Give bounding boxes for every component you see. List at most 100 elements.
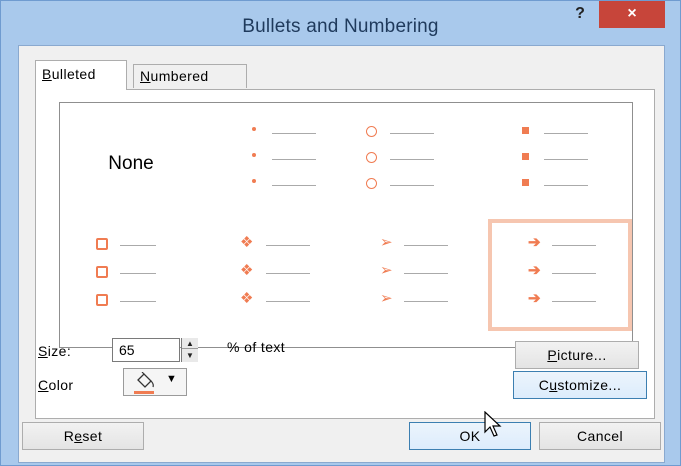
reset-label-pre: R: [63, 428, 75, 444]
bullet-gallery: None ❖ ❖ ❖ ➢ ➢ ➢ ➔ ➔ ➔: [59, 102, 633, 348]
bullet-preview-row: [346, 171, 484, 199]
cancel-button[interactable]: Cancel: [539, 422, 661, 450]
tab-bulleted-label: ulleted: [51, 66, 96, 82]
color-label-text: olor: [48, 377, 74, 393]
hollow-circle-icon: [366, 145, 392, 169]
hollow-square-icon: [96, 259, 122, 283]
bullet-preview-row: ➢: [346, 287, 484, 315]
bullet-preview-row: [204, 145, 342, 173]
arrowhead-icon: ➢: [380, 290, 393, 307]
paint-bucket-icon: [137, 372, 154, 388]
text-line: [404, 245, 448, 246]
bullets-numbering-dialog: Bullets and Numbering ? × Bulleted Numbe…: [0, 0, 681, 466]
text-line: [544, 133, 588, 134]
size-suffix: % of text: [227, 339, 286, 355]
bullet-preview-row: [204, 171, 342, 199]
hollow-circle-icon: [366, 119, 392, 143]
bullet-preview-row: ❖: [204, 287, 342, 315]
picture-label: icture...: [557, 347, 607, 363]
text-line: [120, 245, 156, 246]
diamond-cluster-icon: ❖: [240, 234, 254, 251]
bullet-style-hollow-circle[interactable]: [346, 107, 484, 217]
bullet-style-none[interactable]: None: [62, 107, 200, 217]
customize-label: stomize...: [557, 377, 622, 393]
bullet-preview-row: ❖: [204, 231, 342, 259]
text-line: [552, 273, 596, 274]
bullet-style-diamond-cluster[interactable]: ❖ ❖ ❖: [204, 219, 342, 329]
tab-numbered-mnemonic: N: [140, 68, 151, 84]
bullet-preview-row: [488, 119, 626, 147]
text-line: [544, 185, 588, 186]
text-line: [120, 273, 156, 274]
none-label: None: [108, 153, 154, 174]
text-line: [404, 273, 448, 274]
text-line: [544, 159, 588, 160]
picture-mnemonic: P: [547, 347, 558, 363]
color-picker-button[interactable]: ▼: [123, 368, 187, 396]
filled-square-icon: [522, 171, 548, 195]
arrow-icon: ➔: [528, 234, 541, 251]
bullet-style-hollow-square[interactable]: [62, 219, 200, 329]
bullet-preview-row: [346, 119, 484, 147]
help-button[interactable]: ?: [567, 3, 593, 27]
small-dot-icon: [252, 145, 278, 169]
bullet-preview-row: [62, 259, 200, 287]
bullet-style-arrowhead[interactable]: ➢ ➢ ➢: [346, 219, 484, 329]
color-swatch: [134, 391, 154, 394]
color-label-mnemonic: C: [38, 377, 49, 393]
arrowhead-icon: ➢: [380, 262, 393, 279]
bullet-style-small-dot[interactable]: [204, 107, 342, 217]
bullet-preview-row: [204, 119, 342, 147]
bullet-preview-row: ➢: [346, 259, 484, 287]
close-button[interactable]: ×: [599, 1, 665, 28]
bullet-style-arrow[interactable]: ➔ ➔ ➔: [488, 219, 632, 331]
text-line: [390, 185, 434, 186]
customize-button[interactable]: Customize...: [513, 371, 647, 399]
mouse-pointer-icon: [484, 411, 502, 437]
ok-button[interactable]: OK: [409, 422, 531, 450]
tab-numbered-label: umbered: [150, 68, 209, 84]
text-line: [272, 159, 316, 160]
filled-square-icon: [522, 145, 548, 169]
hollow-square-icon: [96, 287, 122, 311]
small-dot-icon: [252, 171, 278, 195]
size-label: Size:: [38, 343, 71, 359]
title-bar[interactable]: Bullets and Numbering ? ×: [1, 1, 680, 45]
spin-down-icon[interactable]: ▼: [182, 350, 198, 361]
size-input[interactable]: 65: [112, 338, 180, 362]
arrowhead-icon: ➢: [380, 234, 393, 251]
size-value: 65: [119, 342, 135, 358]
bullet-preview-row: ➔: [492, 259, 628, 287]
arrow-icon: ➔: [528, 290, 541, 307]
bullet-preview-row: [488, 145, 626, 173]
spin-up-icon[interactable]: ▲: [182, 338, 198, 349]
text-line: [266, 273, 310, 274]
color-label: Color: [38, 377, 73, 393]
reset-button[interactable]: Reset: [22, 422, 144, 450]
text-line: [272, 185, 316, 186]
bullet-preview-row: ➔: [492, 287, 628, 315]
hollow-circle-icon: [366, 171, 392, 195]
bullet-preview-row: ➢: [346, 231, 484, 259]
tab-numbered[interactable]: Numbered: [133, 64, 247, 88]
text-line: [266, 301, 310, 302]
diamond-cluster-icon: ❖: [240, 262, 254, 279]
bullet-style-filled-square[interactable]: [488, 107, 626, 217]
bullet-preview-row: ➔: [492, 231, 628, 259]
tab-bulleted[interactable]: Bulleted: [35, 60, 127, 90]
bullet-preview-row: ❖: [204, 259, 342, 287]
size-spinner[interactable]: ▲ ▼: [181, 338, 198, 362]
dialog-body: Bulleted Numbered None ❖ ❖ ❖ ➢ ➢ ➢ ➔ ➔ ➔…: [18, 45, 665, 463]
bullet-preview-row: [62, 231, 200, 259]
picture-button[interactable]: Picture...: [515, 341, 639, 369]
chevron-down-icon: ▼: [166, 373, 177, 385]
filled-square-icon: [522, 119, 548, 143]
small-dot-icon: [252, 119, 278, 143]
diamond-cluster-icon: ❖: [240, 290, 254, 307]
size-label-text: ize:: [47, 343, 72, 359]
reset-label: set: [82, 428, 103, 444]
tab-bulleted-mnemonic: B: [42, 66, 52, 82]
arrow-icon: ➔: [528, 262, 541, 279]
text-line: [390, 133, 434, 134]
hollow-square-icon: [96, 231, 122, 255]
